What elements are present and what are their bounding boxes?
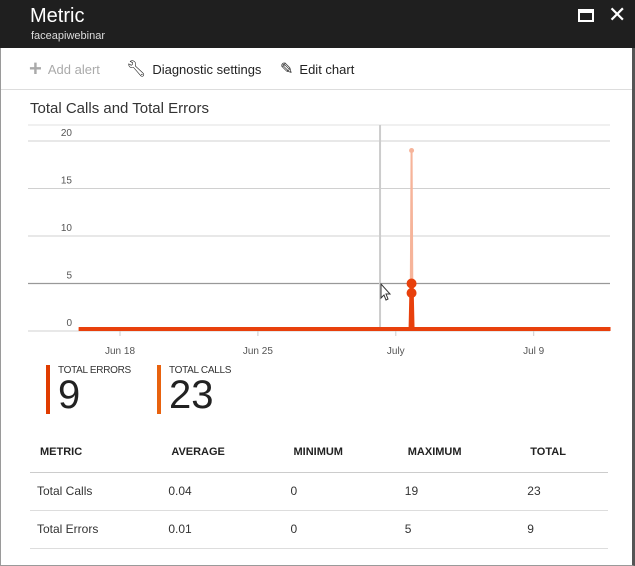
stat-value: 23 (169, 373, 214, 417)
stat-total-errors: TOTAL ERRORS 9 (46, 365, 131, 417)
data-point (406, 278, 417, 289)
col-maximum: MAXIMUM (397, 432, 521, 473)
x-tick-label: Jun 18 (105, 346, 135, 357)
data-point (409, 148, 415, 153)
cell: 0.04 (161, 472, 284, 511)
stat-total-calls: TOTAL CALLS 23 (157, 365, 231, 417)
series-line-total-calls (78, 150, 611, 330)
y-tick-label: 15 (61, 176, 73, 187)
cell: 9 (520, 510, 608, 549)
cell: Total Errors (30, 510, 162, 549)
cell: 23 (520, 472, 608, 511)
cell: 0.01 (161, 510, 284, 549)
metrics-table: METRIC AVERAGE MINIMUM MAXIMUM TOTAL Tot… (30, 432, 608, 549)
x-tick-label: Jul 9 (523, 346, 545, 357)
table-row: Total Calls 0.04 0 19 23 (30, 472, 608, 511)
y-tick-label: 5 (66, 271, 72, 282)
y-tick-label: 20 (61, 128, 73, 139)
cell: 0 (283, 510, 398, 549)
stat-value: 9 (58, 373, 81, 417)
cell: 0 (283, 472, 398, 511)
cell: Total Calls (30, 472, 162, 511)
col-average: AVERAGE (161, 432, 284, 473)
series-line-total-errors (78, 283, 611, 331)
mouse-cursor-icon (380, 282, 392, 301)
col-minimum: MINIMUM (283, 432, 398, 473)
x-tick-label: Jun 25 (243, 346, 273, 357)
table-row: Total Errors 0.01 0 5 9 (30, 510, 608, 549)
col-metric: METRIC (30, 432, 162, 473)
y-tick-label: 10 (61, 223, 73, 234)
col-total: TOTAL (520, 432, 608, 473)
y-tick-label: 0 (66, 318, 72, 329)
cell: 19 (397, 472, 521, 511)
x-tick-label: July (387, 346, 405, 357)
cell: 5 (397, 510, 521, 549)
table-header-row: METRIC AVERAGE MINIMUM MAXIMUM TOTAL (30, 432, 608, 473)
data-point (406, 288, 417, 298)
